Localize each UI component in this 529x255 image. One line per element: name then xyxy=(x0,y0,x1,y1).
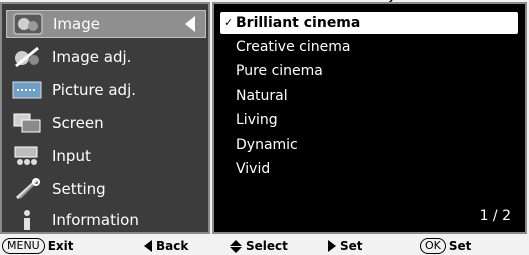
back-label: Back xyxy=(156,239,189,253)
option-living[interactable]: Living xyxy=(220,109,518,131)
right-arrow-icon xyxy=(328,240,336,252)
option-natural[interactable]: Natural xyxy=(220,85,518,107)
option-label: Dynamic xyxy=(236,137,298,153)
menu-item-label: Information xyxy=(52,211,139,229)
menu-item-label: Input xyxy=(52,147,91,165)
menu-item-picture-adj[interactable]: Picture adj. xyxy=(6,76,206,104)
main-menu-panel: Image Image adj. Picture adj. Screen Inp… xyxy=(0,2,210,234)
chevron-left-icon xyxy=(185,16,195,32)
menu-item-input[interactable]: Input xyxy=(6,142,206,170)
menu-item-setting[interactable]: Setting xyxy=(6,175,206,203)
menu-item-image-adj[interactable]: Image adj. xyxy=(6,43,206,71)
option-brilliant-cinema[interactable]: ✓ Brilliant cinema xyxy=(220,12,518,34)
ok-set-hint: OK Set xyxy=(420,238,471,254)
option-label: Natural xyxy=(236,88,288,104)
menu-item-label: Setting xyxy=(52,180,106,198)
set-hint: Set xyxy=(328,238,363,254)
menu-item-label: Image adj. xyxy=(52,48,132,66)
menu-key-icon: MENU xyxy=(2,238,45,254)
image-adj-icon xyxy=(10,45,44,69)
picture-adj-icon xyxy=(10,78,44,102)
option-label: Pure cinema xyxy=(236,63,323,79)
option-dynamic[interactable]: Dynamic xyxy=(220,134,518,156)
exit-hint: MENU Exit xyxy=(2,238,74,254)
menu-item-label: Picture adj. xyxy=(52,81,137,99)
up-down-arrow-icon xyxy=(230,239,242,253)
option-label: Brilliant cinema xyxy=(236,15,361,31)
option-creative-cinema[interactable]: Creative cinema xyxy=(220,36,518,58)
ok-set-label: Set xyxy=(448,239,472,253)
check-icon: ✓ xyxy=(224,16,234,29)
back-hint: Back xyxy=(144,238,188,254)
screen-icon xyxy=(10,111,44,135)
menu-item-information[interactable]: Information xyxy=(6,206,206,234)
exit-label: Exit xyxy=(47,239,74,253)
page-indicator: 1 / 2 xyxy=(479,208,511,224)
option-label: Vivid xyxy=(236,161,271,177)
ok-key-icon: OK xyxy=(420,238,446,254)
setting-icon xyxy=(10,177,44,201)
set-label: Set xyxy=(340,239,363,253)
select-hint: Select xyxy=(230,238,288,254)
image-mode-submenu: ✓ Brilliant cinema Creative cinema Pure … xyxy=(212,2,527,234)
menu-item-label: Image xyxy=(53,15,100,33)
option-label: Creative cinema xyxy=(236,39,351,55)
image-icon xyxy=(11,12,45,36)
option-pure-cinema[interactable]: Pure cinema xyxy=(220,60,518,82)
menu-item-screen[interactable]: Screen xyxy=(6,109,206,137)
button-guide-bar: MENU Exit Back Select Set OK Set xyxy=(0,236,529,255)
select-label: Select xyxy=(246,239,288,253)
menu-item-label: Screen xyxy=(52,114,104,132)
option-label: Living xyxy=(236,112,278,128)
menu-item-image[interactable]: Image xyxy=(6,10,206,38)
input-icon xyxy=(10,144,44,168)
information-icon xyxy=(10,208,44,232)
option-vivid[interactable]: Vivid xyxy=(220,158,518,180)
projector-osd-menu: Image Image adj. Picture adj. Screen Inp… xyxy=(0,0,529,255)
left-arrow-icon xyxy=(144,240,152,252)
